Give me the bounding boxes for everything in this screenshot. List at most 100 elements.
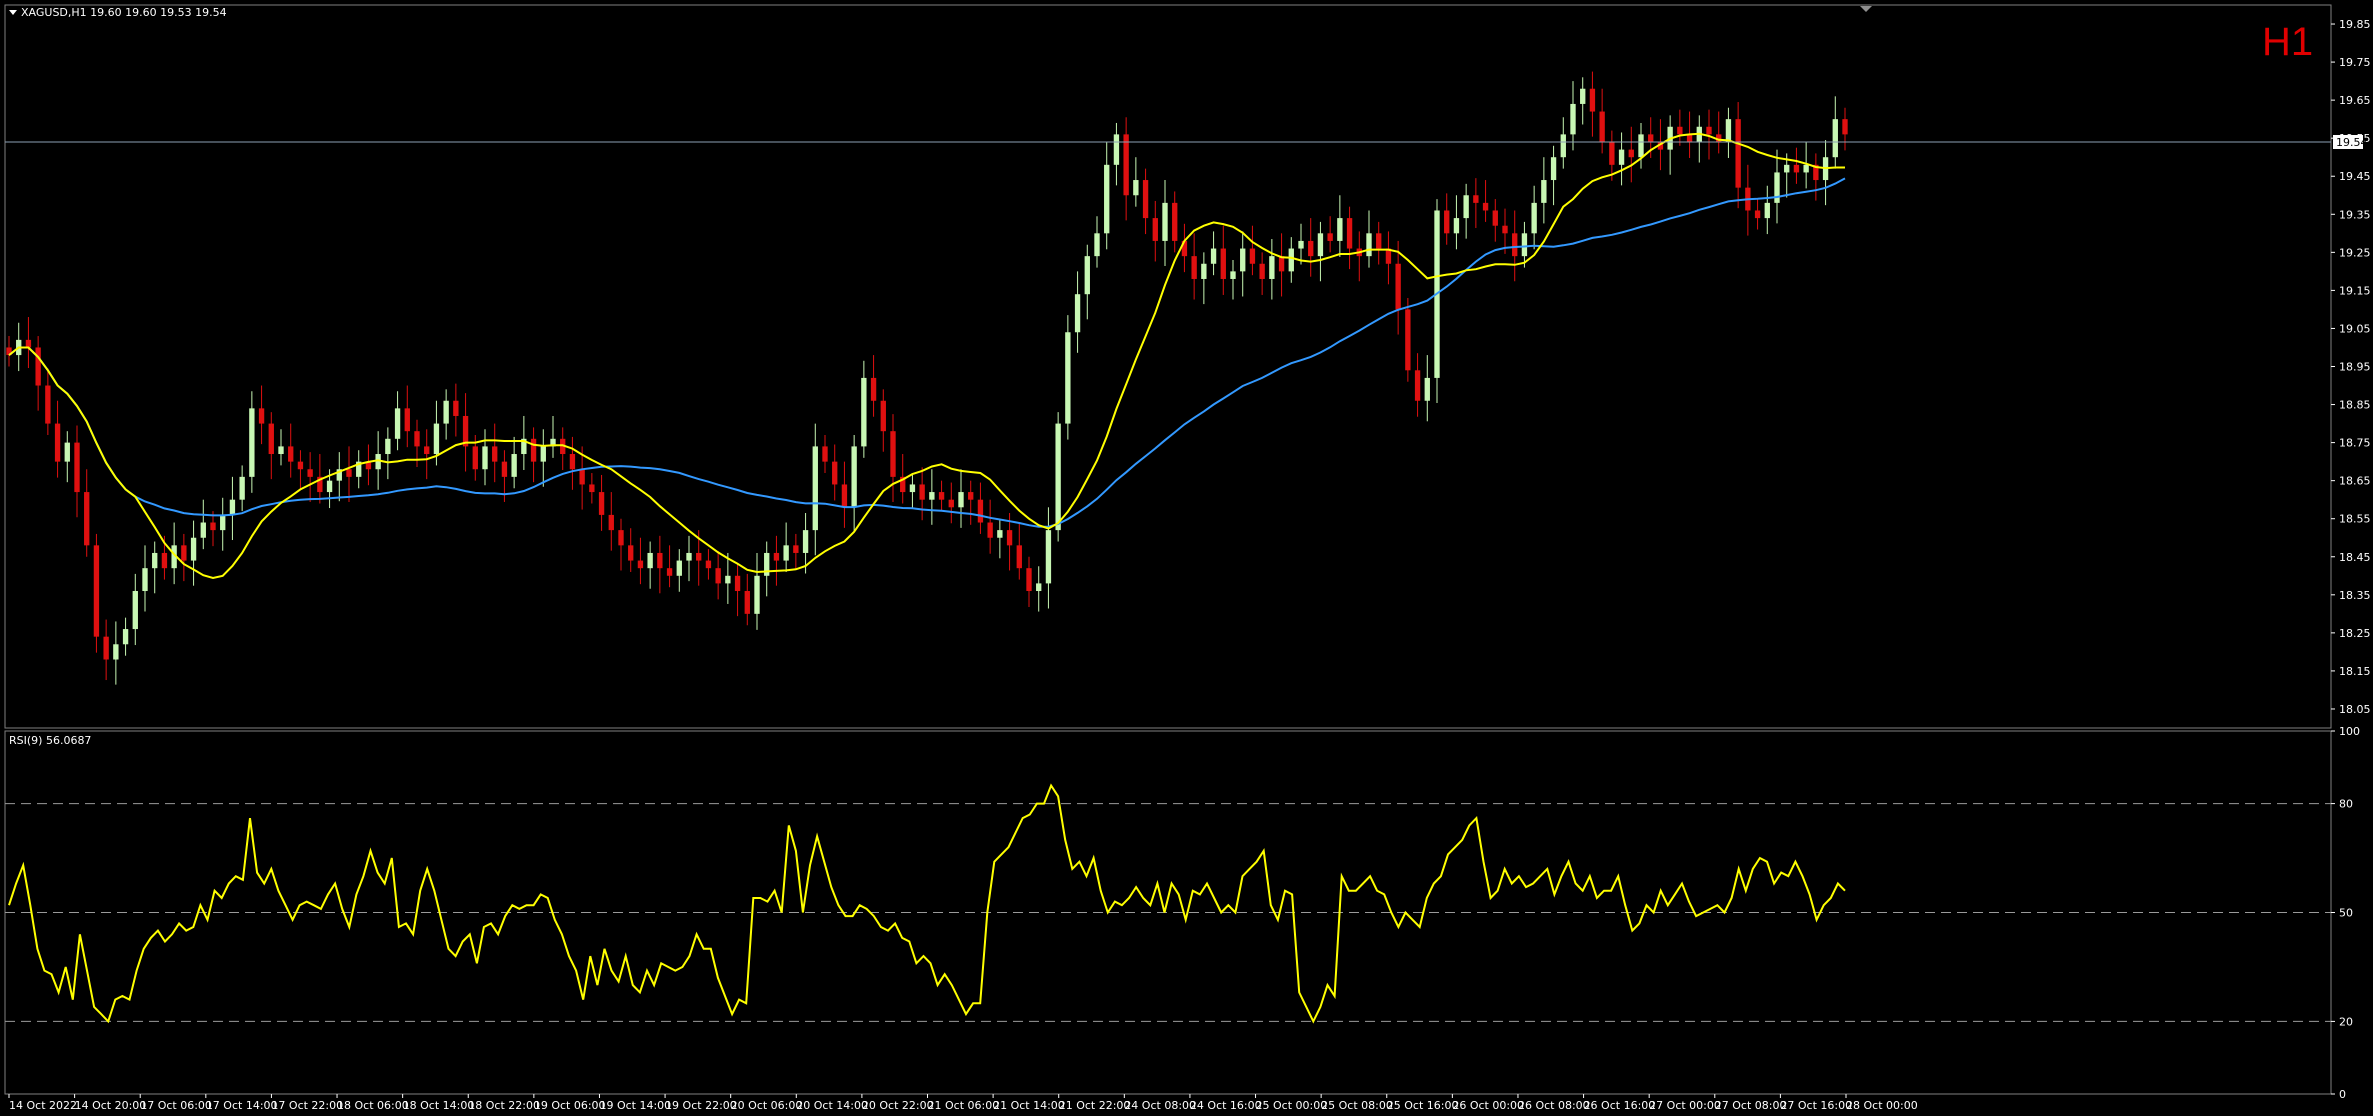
- rsi-tick-label: 100: [2339, 725, 2360, 738]
- candle-body: [288, 446, 294, 462]
- time-tick-label: 26 Oct 16:00: [1584, 1099, 1656, 1112]
- rsi-tick-label: 0: [2339, 1088, 2346, 1101]
- candle-body: [161, 552, 168, 569]
- price-panel[interactable]: [4, 4, 2332, 729]
- candle-body: [1648, 134, 1654, 142]
- candle-body: [385, 438, 391, 455]
- price-tick-label: 19.75: [2339, 56, 2371, 69]
- time-tick-label: 19 Oct 22:00: [665, 1099, 737, 1112]
- candle-body: [880, 400, 886, 432]
- candle-body: [793, 545, 799, 553]
- candle-body: [1210, 248, 1217, 264]
- candle-body: [832, 461, 838, 485]
- candle-body: [1288, 248, 1294, 272]
- candle-body: [715, 568, 721, 584]
- time-tick-label: 18 Oct 22:00: [468, 1099, 540, 1112]
- price-tick-label: 18.45: [2339, 551, 2371, 564]
- candle-body: [74, 442, 80, 493]
- time-tick-label: 17 Oct 14:00: [206, 1099, 278, 1112]
- candle-body: [268, 423, 274, 455]
- candle-body: [1550, 157, 1557, 181]
- rsi-tick-label: 80: [2339, 798, 2353, 811]
- candle-body: [1638, 134, 1644, 158]
- candle-body: [45, 385, 51, 424]
- candle-body: [1609, 141, 1615, 165]
- time-tick-label: 18 Oct 06:00: [337, 1099, 409, 1112]
- candle-body: [598, 492, 605, 515]
- timeframe-label: H1: [2262, 20, 2313, 64]
- time-tick-label: 14 Oct 2022: [9, 1099, 77, 1112]
- candle-body: [113, 644, 119, 660]
- chart-canvas: 19.8519.7519.6519.5519.4519.3519.2519.15…: [4, 4, 2371, 1112]
- candle-body: [1317, 233, 1324, 257]
- price-tick-label: 19.25: [2339, 246, 2371, 259]
- price-tick-label: 18.65: [2339, 475, 2371, 488]
- candle-body: [433, 423, 440, 455]
- candle-body: [64, 442, 70, 462]
- candle-body: [841, 484, 848, 508]
- candle-body: [1735, 119, 1741, 188]
- price-axis: 19.8519.7519.6519.5519.4519.3519.2519.15…: [2331, 18, 2371, 716]
- candle-body: [181, 545, 187, 561]
- candle-body: [1346, 218, 1353, 249]
- candle-body: [1084, 256, 1090, 295]
- candle-body: [909, 484, 916, 493]
- price-tick-label: 19.65: [2339, 94, 2371, 107]
- candle-body: [482, 446, 488, 470]
- candle-body: [1104, 164, 1110, 234]
- time-tick-label: 20 Oct 14:00: [796, 1099, 868, 1112]
- candle-body: [258, 408, 265, 424]
- candle-body: [210, 522, 216, 531]
- candle-body: [1249, 248, 1256, 264]
- candle-body: [1521, 233, 1528, 257]
- candle-body: [1628, 149, 1634, 158]
- candle-body: [958, 492, 964, 508]
- candle-body: [1327, 233, 1333, 241]
- candle-body: [1706, 126, 1712, 135]
- candle-body: [1754, 210, 1761, 219]
- candle-body: [424, 446, 430, 455]
- candle-body: [783, 545, 789, 561]
- candle-body: [326, 480, 333, 493]
- candle-body: [1074, 294, 1081, 333]
- time-tick-label: 26 Oct 08:00: [1518, 1099, 1590, 1112]
- candle-body: [1142, 180, 1149, 219]
- time-tick-label: 27 Oct 16:00: [1780, 1099, 1852, 1112]
- candle-body: [1677, 126, 1683, 135]
- candle-body: [1618, 149, 1625, 165]
- time-tick-label: 26 Oct 00:00: [1452, 1099, 1524, 1112]
- candle-body: [705, 560, 712, 569]
- price-tick-label: 18.05: [2339, 703, 2371, 716]
- candle-body: [725, 575, 731, 584]
- candle-body: [977, 499, 984, 523]
- candle-body: [1482, 202, 1489, 211]
- candle-body: [414, 431, 420, 447]
- candle-body: [1444, 210, 1450, 234]
- candle-body: [1589, 88, 1596, 112]
- candle-body: [1560, 134, 1566, 158]
- candle-body: [1376, 233, 1382, 249]
- candle-body: [394, 408, 401, 439]
- candle-body: [1308, 240, 1314, 257]
- candle-body: [404, 408, 410, 432]
- candle-body: [637, 560, 644, 569]
- candle-body: [676, 560, 682, 576]
- candle-body: [103, 636, 109, 660]
- candle-body: [1463, 195, 1469, 219]
- candle-body: [1172, 202, 1178, 241]
- candle-body: [1045, 530, 1052, 584]
- candle-body: [1725, 119, 1732, 142]
- candle-body: [754, 575, 760, 614]
- candle-body: [1832, 119, 1838, 158]
- candle-body: [608, 514, 614, 531]
- time-tick-label: 21 Oct 22:00: [1059, 1099, 1131, 1112]
- candle-body: [1405, 309, 1411, 371]
- candle-body: [1269, 256, 1275, 279]
- candle-body: [1065, 332, 1071, 424]
- candle-body: [1414, 370, 1421, 401]
- time-axis: 14 Oct 202214 Oct 20:0017 Oct 06:0017 Oc…: [8, 1094, 1918, 1112]
- candle-body: [453, 400, 459, 416]
- candle-body: [1133, 180, 1139, 196]
- candle-body: [579, 469, 585, 485]
- candle-body: [744, 591, 750, 614]
